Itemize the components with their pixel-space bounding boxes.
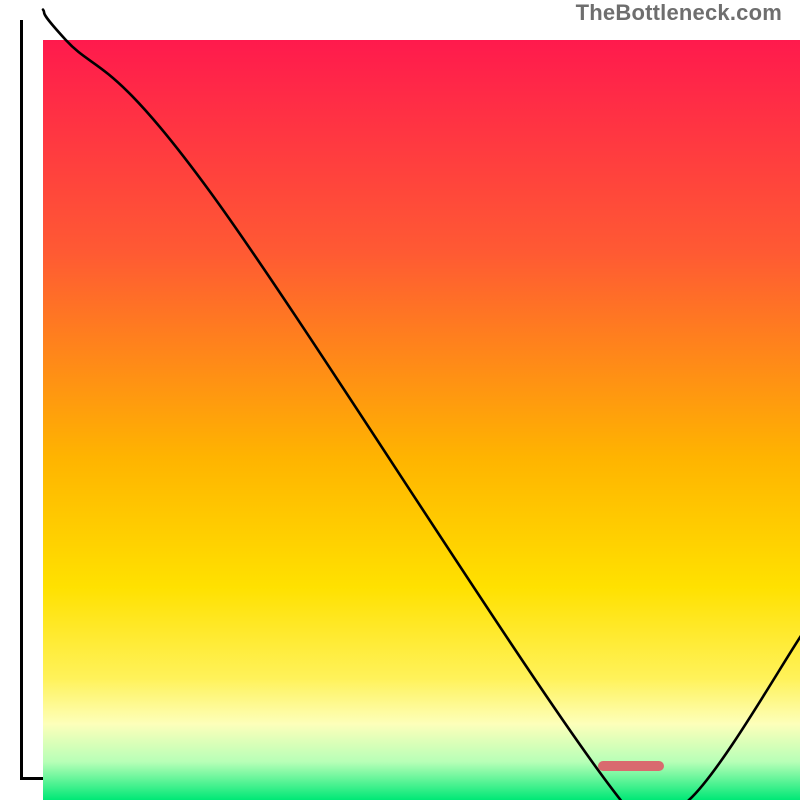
- gradient-background: [43, 40, 800, 800]
- plot-area: [20, 20, 780, 780]
- plot-svg: [43, 40, 800, 800]
- chart-frame: TheBottleneck.com: [0, 0, 800, 800]
- optimal-range-marker: [598, 761, 665, 771]
